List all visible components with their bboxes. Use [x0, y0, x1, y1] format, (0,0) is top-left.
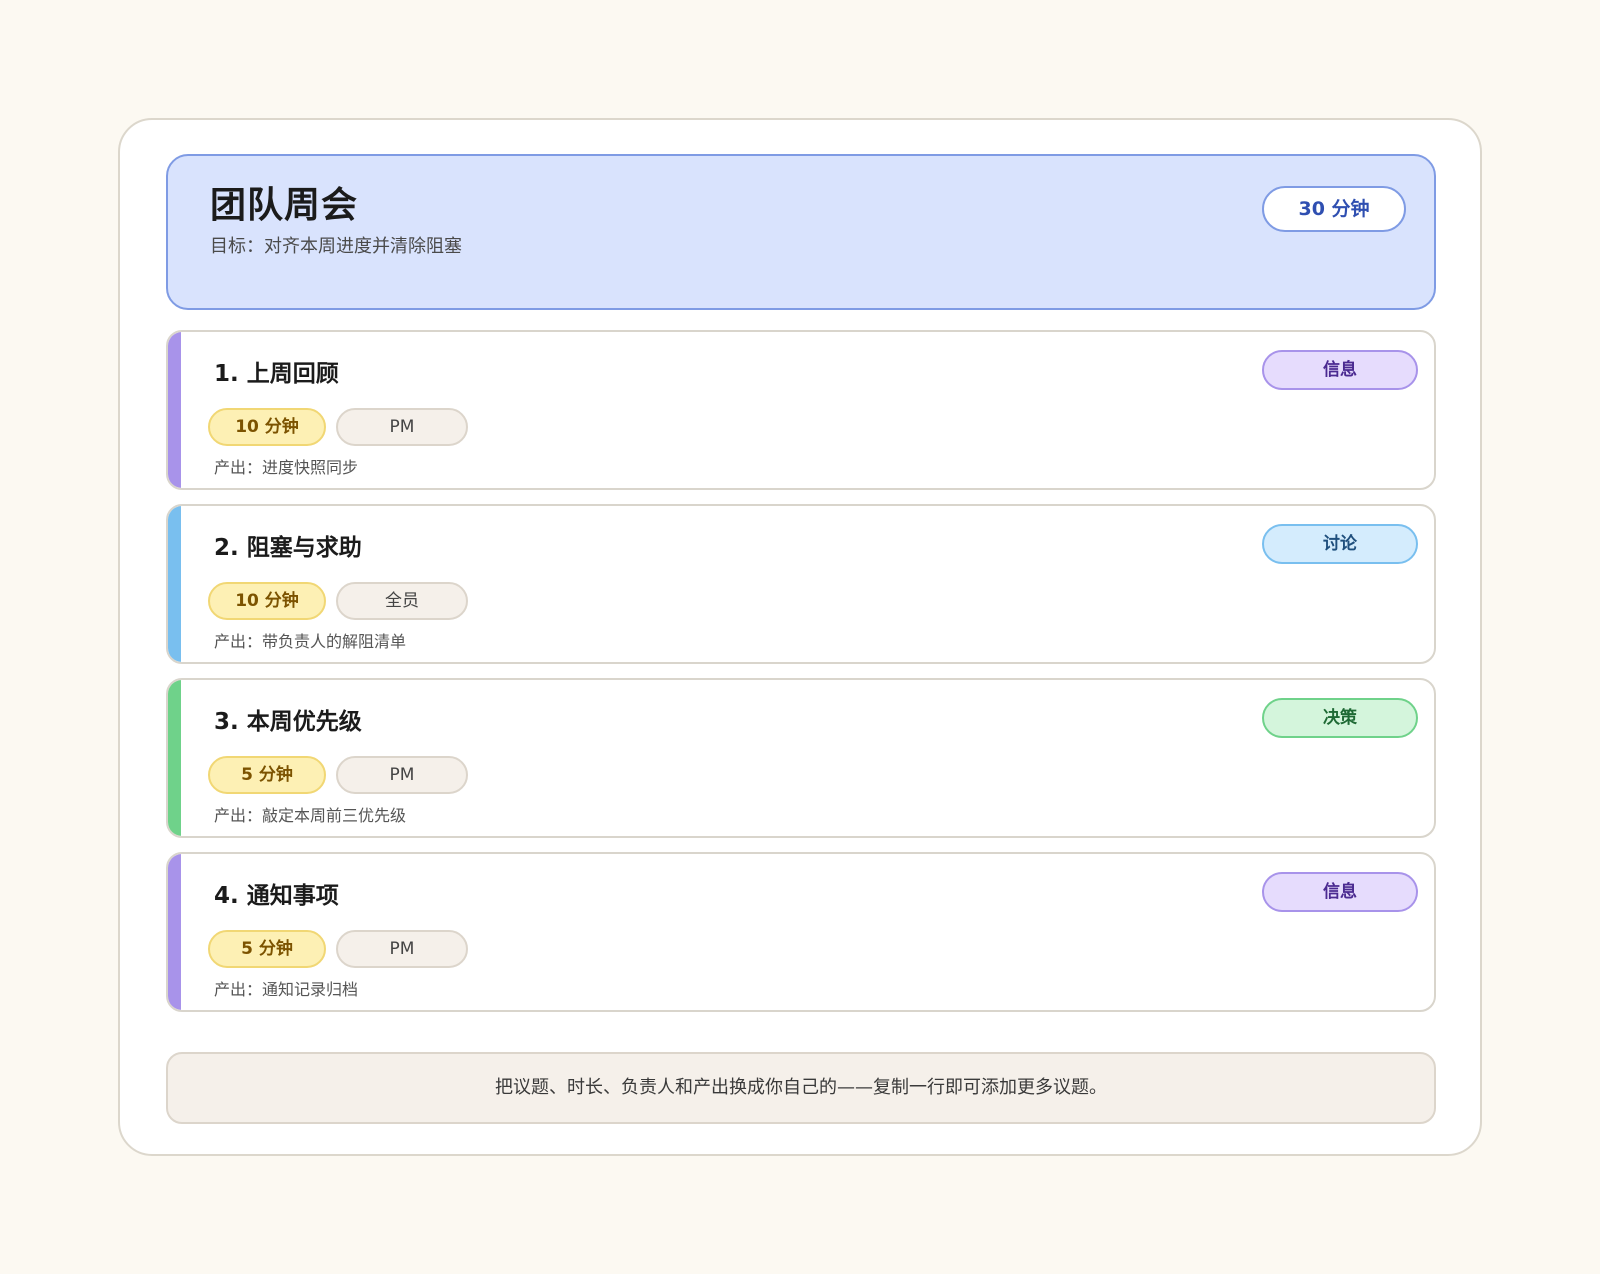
accent-bar-info: [168, 854, 181, 1010]
owner-tag: PM: [336, 930, 468, 968]
agenda-item-announcements[interactable]: 4. 通知事项 5 分钟 PM 产出：通知记录归档 信息: [166, 852, 1436, 1012]
meeting-header: 团队周会 目标：对齐本周进度并清除阻塞 30 分钟: [166, 154, 1436, 310]
agenda-item-title: 3. 本周优先级: [214, 709, 362, 735]
agenda-item-title: 2. 阻塞与求助: [214, 535, 362, 561]
total-duration-badge: 30 分钟: [1262, 186, 1406, 232]
duration-tag: 5 分钟: [208, 756, 326, 794]
agenda-item-title: 1. 上周回顾: [214, 361, 339, 387]
agenda-item-output: 产出：敲定本周前三优先级: [214, 806, 407, 825]
agenda-item-review[interactable]: 1. 上周回顾 10 分钟 PM 产出：进度快照同步 信息: [166, 330, 1436, 490]
owner-tag: PM: [336, 408, 468, 446]
duration-tag: 5 分钟: [208, 930, 326, 968]
accent-bar-info: [168, 332, 181, 488]
agenda-item-output: 产出：进度快照同步: [214, 458, 359, 477]
agenda-card: 团队周会 目标：对齐本周进度并清除阻塞 30 分钟 1. 上周回顾 10 分钟 …: [118, 118, 1482, 1156]
meeting-goal: 目标：对齐本周进度并清除阻塞: [210, 236, 462, 257]
agenda-item-priorities[interactable]: 3. 本周优先级 5 分钟 PM 产出：敲定本周前三优先级 决策: [166, 678, 1436, 838]
accent-bar-decide: [168, 680, 181, 836]
owner-tag: 全员: [336, 582, 468, 620]
owner-tag: PM: [336, 756, 468, 794]
footer-note: 把议题、时长、负责人和产出换成你自己的——复制一行即可添加更多议题。: [166, 1052, 1436, 1124]
type-badge-decide: 决策: [1262, 698, 1418, 738]
agenda-item-output: 产出：带负责人的解阻清单: [214, 632, 407, 651]
type-badge-info: 信息: [1262, 872, 1418, 912]
type-badge-info: 信息: [1262, 350, 1418, 390]
agenda-item-output: 产出：通知记录归档: [214, 980, 359, 999]
agenda-item-blockers[interactable]: 2. 阻塞与求助 10 分钟 全员 产出：带负责人的解阻清单 讨论: [166, 504, 1436, 664]
duration-tag: 10 分钟: [208, 582, 326, 620]
duration-tag: 10 分钟: [208, 408, 326, 446]
agenda-item-title: 4. 通知事项: [214, 883, 339, 909]
type-badge-discuss: 讨论: [1262, 524, 1418, 564]
page-title: 团队周会: [210, 185, 359, 226]
accent-bar-discuss: [168, 506, 181, 662]
